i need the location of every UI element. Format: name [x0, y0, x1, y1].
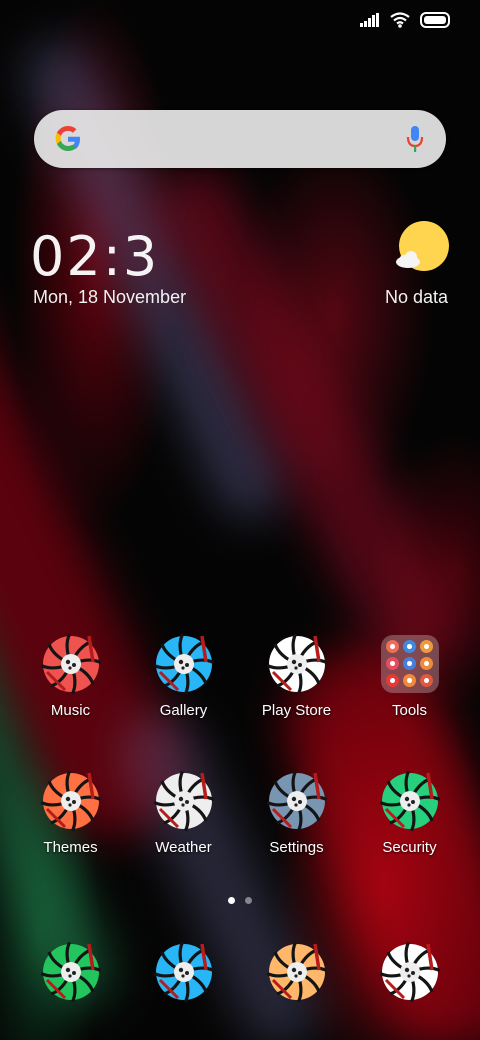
pinwheel-app-icon: [152, 940, 216, 1004]
status-bar: [0, 0, 480, 44]
battery-icon: [420, 12, 450, 28]
signal-icon: [360, 13, 379, 27]
app-label: Security: [382, 839, 437, 856]
folder-app-icon: [402, 657, 416, 670]
folder-icon: [378, 632, 442, 696]
pinwheel-app-icon: [265, 632, 329, 696]
app-label: Music: [50, 702, 91, 719]
pinwheel-app-icon: [152, 769, 216, 833]
pinwheel-app-icon: [152, 632, 216, 696]
pinwheel-app-icon: [265, 769, 329, 833]
app-label: Weather: [155, 839, 212, 856]
folder-app-icon: [419, 674, 433, 687]
dock: [14, 940, 466, 1004]
home-row: Music Gallery Play Store Tools: [14, 632, 466, 719]
weather-status[interactable]: No data: [385, 287, 448, 308]
folder-app-icon: [419, 657, 433, 670]
wifi-icon: [390, 12, 410, 28]
app-label: Themes: [43, 839, 98, 856]
pinwheel-app-icon: [265, 940, 329, 1004]
pinwheel-app-icon: [378, 769, 442, 833]
app-gallery[interactable]: Gallery: [127, 632, 240, 719]
app-settings[interactable]: Settings: [240, 769, 353, 856]
app-dock-1[interactable]: [127, 940, 240, 1004]
google-logo: [55, 126, 80, 151]
pinwheel-app-icon: [39, 769, 103, 833]
page-indicator[interactable]: [0, 897, 480, 904]
home-row: Themes Weather Settings Security: [14, 769, 466, 856]
page-dot: [228, 897, 235, 904]
app-label: Gallery: [159, 702, 208, 719]
app-dock-2[interactable]: [240, 940, 353, 1004]
partly-cloudy-icon[interactable]: [394, 220, 450, 276]
app-play-store[interactable]: Play Store: [240, 632, 353, 719]
mic-icon[interactable]: [406, 125, 424, 153]
pinwheel-app-icon: [378, 940, 442, 1004]
app-dock-0[interactable]: [14, 940, 127, 1004]
app-dock-3[interactable]: [353, 940, 466, 1004]
pinwheel-app-icon: [39, 940, 103, 1004]
app-label: Play Store: [261, 702, 332, 719]
folder-app-icon: [402, 674, 416, 687]
app-label: Tools: [391, 702, 428, 719]
google-search-bar[interactable]: [34, 110, 446, 168]
page-dot: [245, 897, 252, 904]
folder-tools[interactable]: Tools: [353, 632, 466, 719]
folder-app-icon: [402, 640, 416, 653]
pinwheel-app-icon: [39, 632, 103, 696]
app-themes[interactable]: Themes: [14, 769, 127, 856]
app-music[interactable]: Music: [14, 632, 127, 719]
app-weather[interactable]: Weather: [127, 769, 240, 856]
app-security[interactable]: Security: [353, 769, 466, 856]
clock-date[interactable]: Mon, 18 November: [33, 287, 186, 308]
clock-time[interactable]: 02:3: [30, 226, 159, 287]
folder-app-icon: [385, 657, 399, 670]
folder-app-icon: [385, 674, 399, 687]
folder-app-icon: [385, 640, 399, 653]
app-label: Settings: [269, 839, 324, 856]
folder-app-icon: [419, 640, 433, 653]
